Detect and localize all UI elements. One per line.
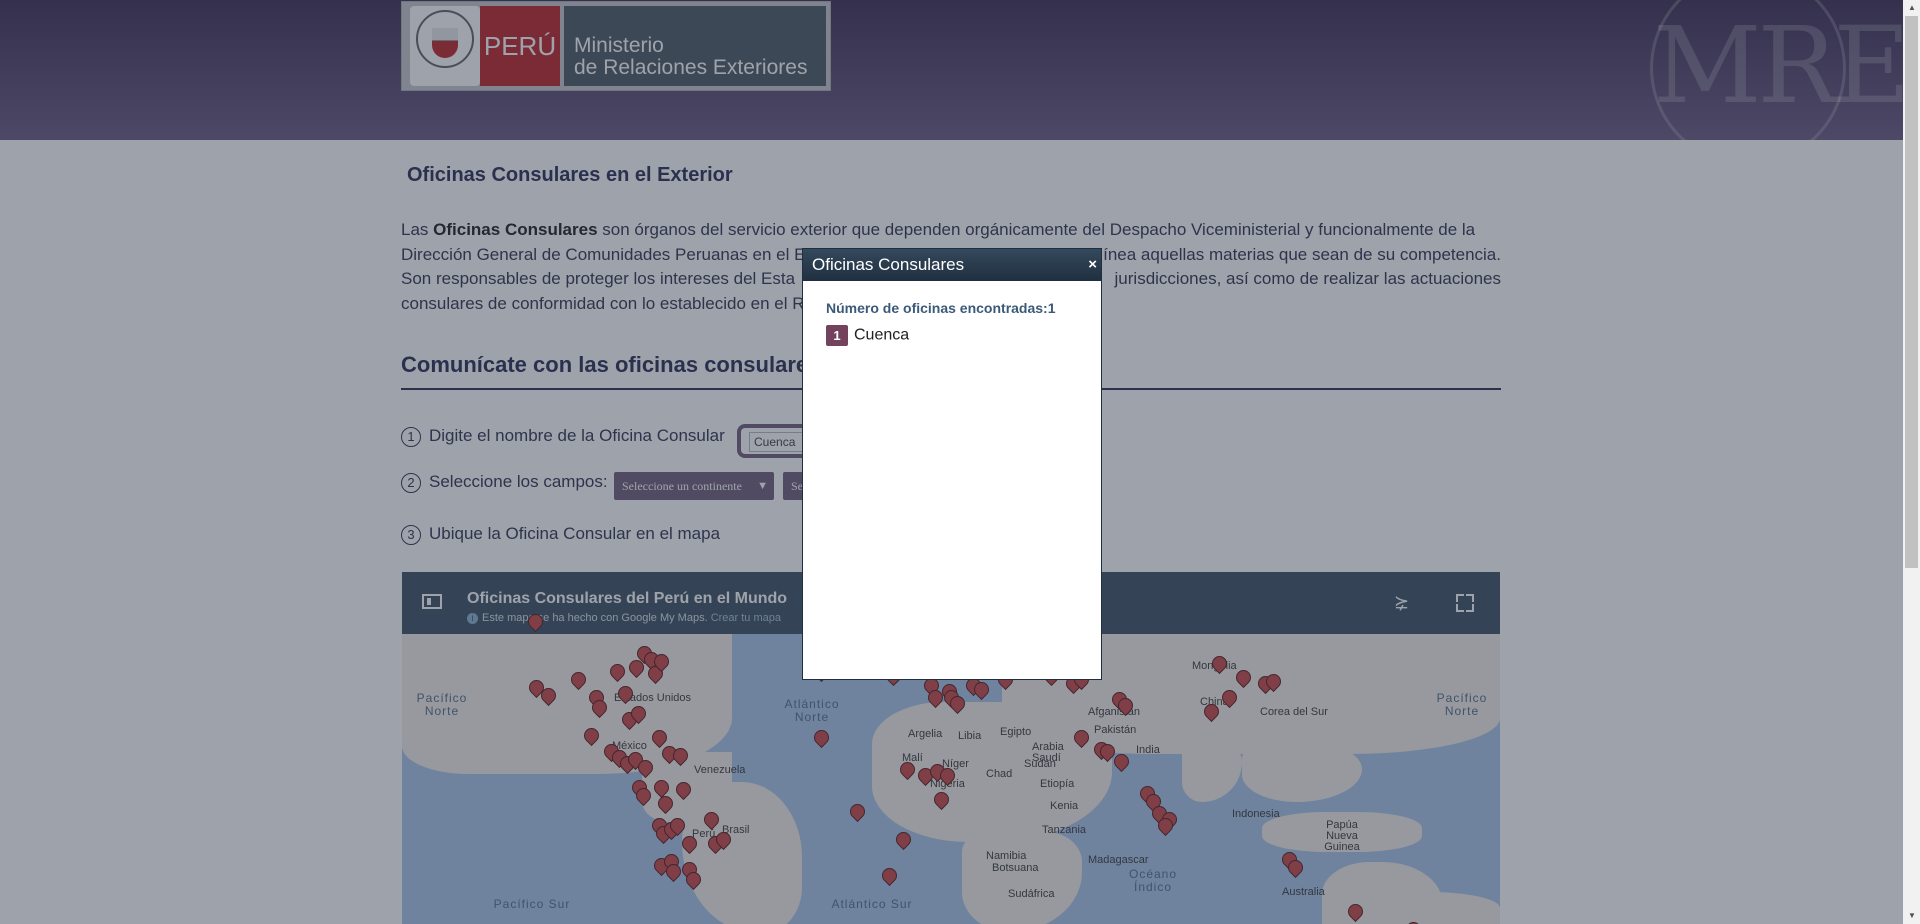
scrollbar-thumb[interactable] (1905, 16, 1918, 568)
page-scrollbar[interactable]: ▲ ▼ (1903, 0, 1920, 924)
close-icon[interactable]: × (1088, 249, 1097, 281)
scroll-down-icon[interactable]: ▼ (1908, 911, 1916, 920)
result-item[interactable]: 1 Cuenca (826, 325, 909, 346)
results-count: Número de oficinas encontradas:1 (826, 300, 1056, 316)
result-index-badge: 1 (826, 325, 848, 346)
result-name[interactable]: Cuenca (854, 327, 909, 344)
consular-results-dialog: Oficinas Consulares × Número de oficinas… (802, 248, 1102, 680)
dialog-title: Oficinas Consulares (812, 255, 965, 274)
dialog-header: Oficinas Consulares × (803, 249, 1101, 281)
scroll-up-icon[interactable]: ▲ (1908, 3, 1916, 12)
